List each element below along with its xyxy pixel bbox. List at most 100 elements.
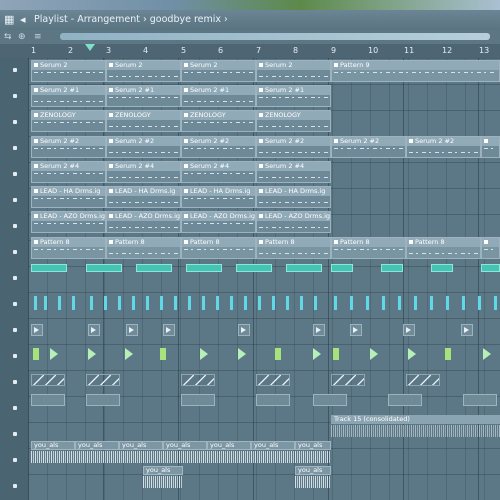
pattern-clip[interactable]: Serum 2 #1 [31,85,106,107]
pattern-clip[interactable]: Serum 2 #2 [406,136,481,158]
cyan-hit[interactable] [430,296,433,310]
pattern-clip[interactable]: Pattern 8 [31,237,106,259]
back-arrow-icon[interactable]: ◂ [20,13,26,27]
pattern-selector-icon[interactable]: ≡ [34,31,42,43]
pattern-clip[interactable]: Serum 2 #1 [256,85,331,107]
pattern-clip[interactable]: LEAD - AZO Drms.ig [106,211,181,233]
pattern-mini-clip[interactable] [350,324,362,336]
cyan-hit[interactable] [314,296,317,310]
track-handle[interactable] [13,94,17,98]
audio-clip-header[interactable]: Track 15 (consolidated) [331,415,500,424]
track-handle[interactable] [13,172,17,176]
cyan-hit[interactable] [494,296,497,310]
pattern-clip[interactable]: ZENOLOGY [31,110,106,132]
pattern-mini-clip[interactable] [238,324,250,336]
cyan-hit[interactable] [72,296,75,310]
cyan-hit[interactable] [58,296,61,310]
timeline-ruler[interactable]: 1 2 3 4 5 6 7 8 9 10 11 12 13 [0,44,500,59]
track-handle[interactable] [13,224,17,228]
pattern-clip[interactable]: Serum 2 #4 [106,161,181,183]
pattern-mini-clip[interactable] [313,394,347,406]
cyan-hit[interactable] [272,296,275,310]
cyan-hit[interactable] [478,296,481,310]
teal-clip[interactable] [381,264,403,272]
green-hit[interactable] [33,348,39,360]
pattern-mini-clip[interactable] [461,324,473,336]
pattern-clip[interactable]: Serum 2 [256,60,331,82]
pattern-clip[interactable]: Pattern 8 [106,237,181,259]
pattern-clip[interactable]: Serum 2 #4 [256,161,331,183]
teal-clip[interactable] [286,264,322,272]
green-hit[interactable] [445,348,451,360]
teal-clip[interactable] [86,264,122,272]
automation-clip[interactable] [31,374,65,386]
teal-clip[interactable] [186,264,222,272]
track-handle[interactable] [13,120,17,124]
track-handle[interactable] [13,380,17,384]
green-arrow-hit[interactable] [313,348,321,360]
track-handle[interactable] [13,276,17,280]
cyan-hit[interactable] [244,296,247,310]
green-arrow-hit[interactable] [88,348,96,360]
pattern-clip[interactable]: LEAD - HA Drms.ig [256,186,331,208]
pattern-mini-clip[interactable] [88,324,100,336]
audio-clip[interactable]: you_als [143,466,183,475]
track-handle[interactable] [13,354,17,358]
pattern-clip[interactable]: Pattern 8 [406,237,481,259]
pattern-mini-clip[interactable] [163,324,175,336]
automation-clip[interactable] [86,374,120,386]
cyan-hit[interactable] [300,296,303,310]
pattern-clip[interactable]: ZENOLOGY [256,110,331,132]
green-arrow-hit[interactable] [50,348,58,360]
pattern-clip[interactable]: Serum 2 #4 [31,161,106,183]
track-handle[interactable] [13,250,17,254]
cyan-hit[interactable] [446,296,449,310]
cyan-hit[interactable] [132,296,135,310]
pattern-clip[interactable]: Pattern 8 [256,237,331,259]
green-arrow-hit[interactable] [200,348,208,360]
track-handle[interactable] [13,458,17,462]
cyan-hit[interactable] [90,296,93,310]
green-hit[interactable] [160,348,166,360]
snap-icon[interactable]: ⇆ [4,31,12,43]
pattern-clip[interactable]: Pattern 9 [331,60,500,82]
audio-clip[interactable]: you_als [119,441,163,450]
cyan-hit[interactable] [104,296,107,310]
cyan-hit[interactable] [350,296,353,310]
audio-clip[interactable]: you_als [295,441,331,450]
pattern-clip[interactable]: Serum 2 #2 [106,136,181,158]
cyan-hit[interactable] [146,296,149,310]
green-arrow-hit[interactable] [238,348,246,360]
cyan-hit[interactable] [160,296,163,310]
pattern-clip[interactable]: Serum 2 [181,60,256,82]
pattern-mini-clip[interactable] [388,394,422,406]
green-arrow-hit[interactable] [408,348,416,360]
pattern-mini-clip[interactable] [313,324,325,336]
pattern-clip[interactable]: LEAD - AZO Drms.ig [181,211,256,233]
horizontal-scrollbar[interactable] [60,33,490,40]
automation-clip[interactable] [181,374,215,386]
pattern-mini-clip[interactable] [403,324,415,336]
green-hit[interactable] [333,348,339,360]
green-arrow-hit[interactable] [125,348,133,360]
track-handle[interactable] [13,68,17,72]
playhead-marker[interactable] [85,44,95,51]
cyan-hit[interactable] [188,296,191,310]
audio-clip[interactable]: you_als [75,441,119,450]
teal-clip[interactable] [136,264,172,272]
audio-clip[interactable]: you_als [207,441,251,450]
pattern-clip[interactable]: LEAD - AZO Drms.ig [256,211,331,233]
teal-clip[interactable] [236,264,272,272]
green-arrow-hit[interactable] [370,348,378,360]
pattern-mini-clip[interactable] [181,394,215,406]
audio-clip[interactable]: you_als [163,441,207,450]
pattern-clip[interactable]: Serum 2 [106,60,181,82]
track-handle[interactable] [13,302,17,306]
pattern-clip[interactable]: Pattern 8 [331,237,406,259]
teal-clip[interactable] [481,264,500,272]
track-handle[interactable] [13,198,17,202]
playlist-menu-icon[interactable]: ▦ [4,13,14,27]
cyan-hit[interactable] [286,296,289,310]
cyan-hit[interactable] [258,296,261,310]
track-handle[interactable] [13,432,17,436]
